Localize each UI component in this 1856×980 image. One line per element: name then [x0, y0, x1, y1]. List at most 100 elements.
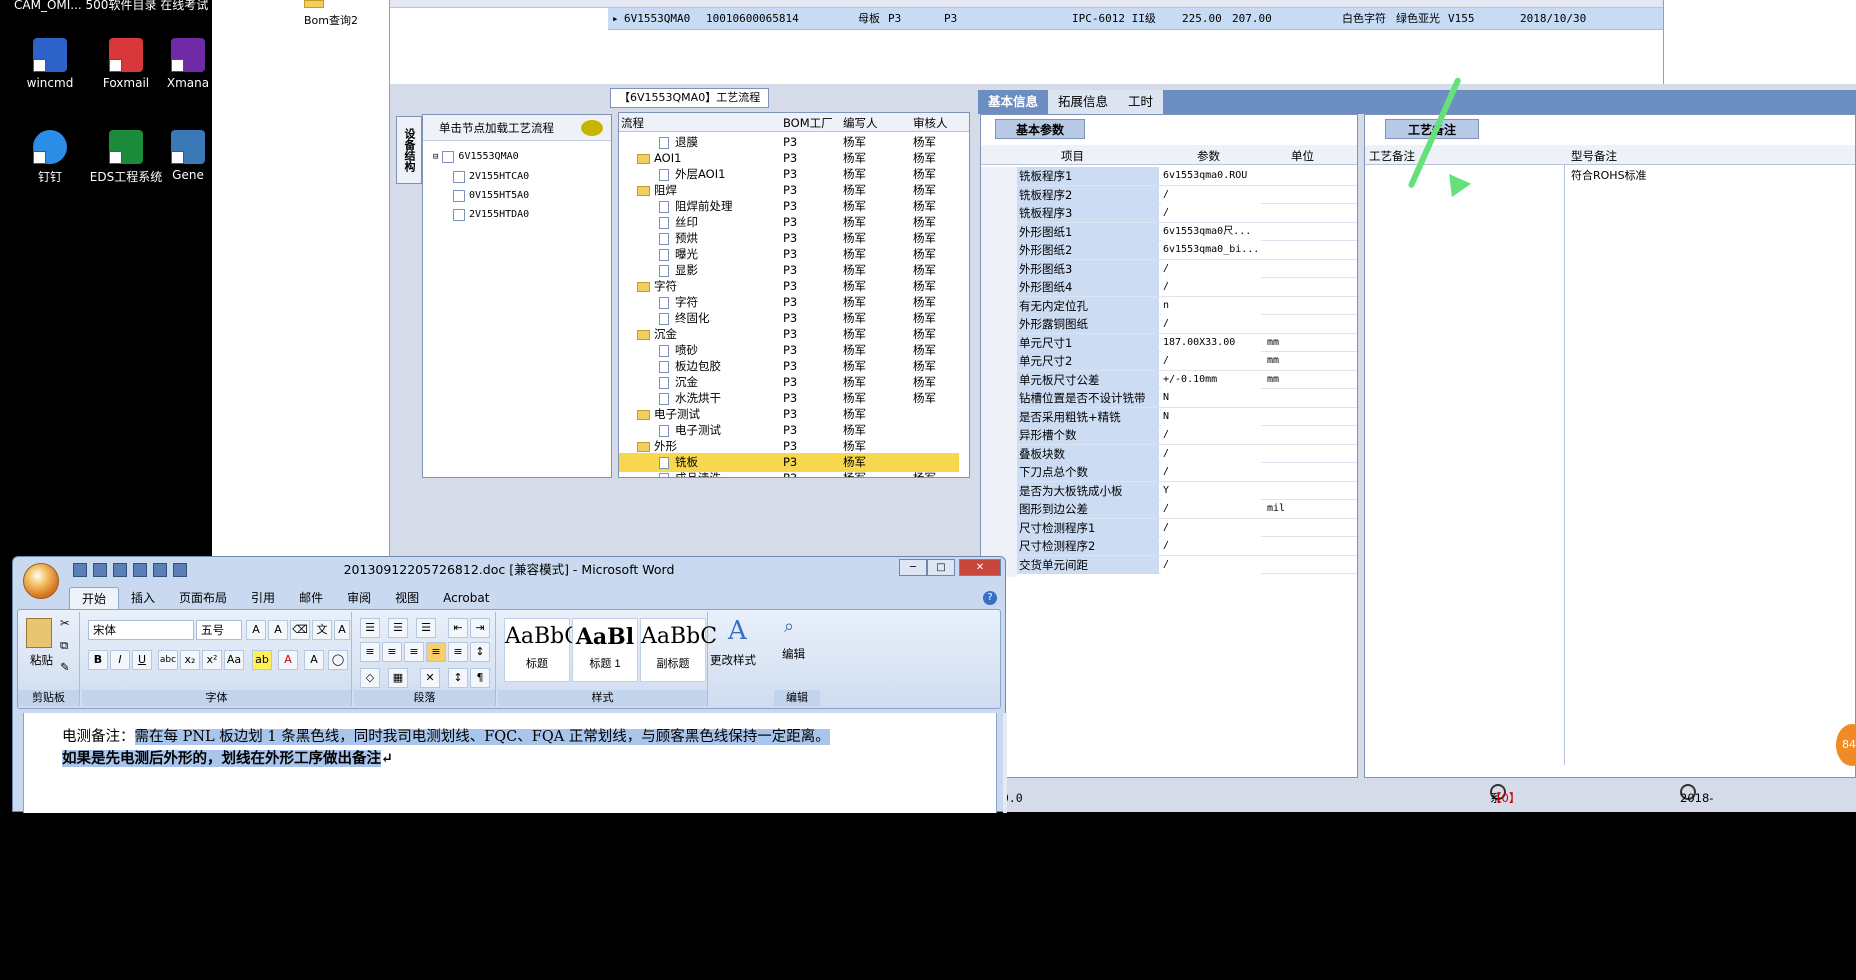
- line-spacing-icon[interactable]: ↕: [470, 642, 490, 662]
- tab-basic-params[interactable]: 基本参数: [995, 119, 1086, 139]
- char-shading-icon[interactable]: A: [304, 650, 324, 670]
- dingtalk-shortcut[interactable]: 钉钉: [12, 130, 88, 185]
- distributed-icon[interactable]: ≡: [448, 642, 468, 662]
- format-painter-icon[interactable]: ✎: [60, 660, 70, 674]
- param-row[interactable]: 叠板块数 /: [981, 444, 1357, 466]
- model-note-field[interactable]: 符合ROHS标准: [1571, 167, 1647, 183]
- change-styles-button[interactable]: A 更改样式: [710, 612, 770, 706]
- gene-shortcut[interactable]: Gene: [164, 130, 212, 182]
- tab-references[interactable]: 引用: [239, 587, 287, 609]
- vertical-scrollbar[interactable]: [1003, 713, 1007, 813]
- param-row[interactable]: 单元板尺寸公差 +/-0.10mm mm: [981, 370, 1357, 392]
- help-icon[interactable]: ?: [983, 591, 997, 605]
- param-row[interactable]: 有无内定位孔 n: [981, 296, 1357, 318]
- justify-icon[interactable]: ≡: [426, 642, 446, 662]
- underline-icon[interactable]: U: [132, 650, 152, 670]
- enclose-char-icon[interactable]: ◯: [328, 650, 348, 670]
- group-editing[interactable]: ⌕ 编辑 编辑: [774, 612, 820, 706]
- param-row[interactable]: 单元尺寸2/mm: [981, 352, 1357, 373]
- param-row[interactable]: 铣板程序3/: [981, 204, 1357, 225]
- foxmail-shortcut[interactable]: Foxmail: [88, 38, 164, 90]
- highlight-icon[interactable]: ab: [252, 650, 272, 670]
- param-row[interactable]: 外形图纸4/: [981, 278, 1357, 299]
- tab-home[interactable]: 开始: [69, 587, 120, 609]
- wincmd-shortcut[interactable]: wincmd: [12, 38, 88, 90]
- process-note-field[interactable]: [1365, 165, 1565, 765]
- flow-row[interactable]: 成品清洗 P3 杨军 杨军: [619, 469, 959, 477]
- tree-node[interactable]: 2V155HTCA0: [453, 169, 529, 185]
- change-case-icon[interactable]: Aa: [224, 650, 244, 670]
- param-row[interactable]: 是否采用粗铣+精铣 N: [981, 407, 1357, 429]
- tree-node-root[interactable]: ⊟ 6V1553QMA0: [433, 149, 519, 165]
- param-row[interactable]: 外形图纸1 6v1553qma0尺...: [981, 222, 1357, 244]
- shrink-font-icon[interactable]: A: [268, 620, 288, 640]
- decrease-indent-icon[interactable]: ⇤: [448, 618, 468, 638]
- numbering-icon[interactable]: ☰: [388, 618, 408, 638]
- param-row[interactable]: 图形到边公差 / mil: [981, 500, 1357, 521]
- param-row[interactable]: 单元尺寸1 187.00X33.00 mm: [981, 333, 1357, 355]
- italic-icon[interactable]: I: [110, 650, 130, 670]
- selected-row[interactable]: ▸ 6V1553QMA0 10010600065814 母板 P3 P3 IPC…: [608, 8, 1840, 30]
- bullets-icon[interactable]: ☰: [360, 618, 380, 638]
- param-row[interactable]: 交货单元间距 /: [981, 555, 1357, 577]
- chinese-layout-icon[interactable]: ✕: [420, 668, 440, 688]
- param-row[interactable]: 尺寸检测程序1/: [981, 518, 1357, 540]
- multilevel-icon[interactable]: ☰: [416, 618, 436, 638]
- font-size-select[interactable]: 五号: [196, 620, 242, 640]
- param-row[interactable]: 尺寸检测程序2/: [981, 537, 1357, 558]
- nav-item-bom-query[interactable]: Bom查询2: [304, 12, 358, 28]
- param-row[interactable]: 外形图纸2 6v1553qma0_bi...: [981, 241, 1357, 262]
- param-row[interactable]: 铣板程序1 6v1553qma0.ROU: [981, 167, 1357, 188]
- style-title[interactable]: AaBbC 标题: [504, 618, 581, 682]
- tab-basic-info[interactable]: 基本信息: [978, 90, 1049, 114]
- phonetic-icon[interactable]: 文: [312, 620, 332, 640]
- close-button[interactable]: ✕: [959, 559, 1001, 576]
- tree-node[interactable]: 2V155HTDA0: [453, 207, 529, 223]
- paste-button[interactable]: 粘贴: [30, 652, 53, 668]
- grow-font-icon[interactable]: A: [246, 620, 266, 640]
- minimize-button[interactable]: ─: [899, 559, 927, 576]
- shading-icon[interactable]: ◇: [360, 668, 380, 688]
- char-border-icon[interactable]: A: [334, 620, 350, 640]
- strikethrough-icon[interactable]: abc: [158, 650, 178, 670]
- align-right-icon[interactable]: ≡: [404, 642, 424, 662]
- vertical-tab-structure[interactable]: 设备结构: [396, 116, 422, 184]
- style-heading1[interactable]: AaBl 标题 1: [572, 618, 638, 682]
- param-row[interactable]: 异形槽个数 /: [981, 426, 1357, 447]
- document-icon: [659, 248, 669, 261]
- align-center-icon[interactable]: ≡: [382, 642, 402, 662]
- param-row[interactable]: 铣板程序2/: [981, 185, 1357, 207]
- cut-icon[interactable]: ✂: [60, 616, 70, 630]
- param-row[interactable]: 外形图纸3/: [981, 259, 1357, 281]
- tab-work-hours[interactable]: 工时: [1118, 90, 1164, 114]
- tab-view[interactable]: 视图: [383, 587, 431, 609]
- font-name-select[interactable]: 宋体: [88, 620, 194, 640]
- sort-icon[interactable]: ↕: [448, 668, 468, 688]
- tab-page-layout[interactable]: 页面布局: [167, 587, 239, 609]
- increase-indent-icon[interactable]: ⇥: [470, 618, 490, 638]
- param-row[interactable]: 外形露铜图纸 /: [981, 315, 1357, 336]
- maximize-button[interactable]: □: [927, 559, 955, 576]
- font-color-icon[interactable]: A: [278, 650, 298, 670]
- xmanager-shortcut[interactable]: Xmana: [164, 38, 212, 90]
- tab-acrobat[interactable]: Acrobat: [431, 587, 501, 609]
- clear-format-icon[interactable]: ⌫: [290, 620, 310, 640]
- borders-icon[interactable]: ▦: [388, 668, 408, 688]
- param-row[interactable]: 是否为大板铣成小板 Y: [981, 481, 1357, 503]
- align-left-icon[interactable]: ≡: [360, 642, 380, 662]
- style-subtitle[interactable]: AaBbC 副标题: [640, 618, 717, 682]
- param-row[interactable]: 下刀点总个数 /: [981, 463, 1357, 484]
- subscript-icon[interactable]: x₂: [180, 650, 200, 670]
- tree-node[interactable]: 0V155HT5A0: [453, 188, 529, 204]
- superscript-icon[interactable]: x²: [202, 650, 222, 670]
- tab-insert[interactable]: 插入: [119, 587, 167, 609]
- document-body[interactable]: 电测备注：需在每 PNL 板边划 1 条黑色线，同时我司电测划线、FQC、FQA…: [23, 713, 997, 813]
- eds-shortcut[interactable]: EDS工程系统: [88, 130, 164, 185]
- copy-icon[interactable]: ⧉: [60, 638, 68, 653]
- tab-review[interactable]: 审阅: [335, 587, 383, 609]
- bold-icon[interactable]: B: [88, 650, 108, 670]
- param-row[interactable]: 钻槽位置是否不设计铣带 N: [981, 389, 1357, 410]
- tab-extended-info[interactable]: 拓展信息: [1048, 90, 1119, 114]
- show-marks-icon[interactable]: ¶: [470, 668, 490, 688]
- tab-mailings[interactable]: 邮件: [287, 587, 335, 609]
